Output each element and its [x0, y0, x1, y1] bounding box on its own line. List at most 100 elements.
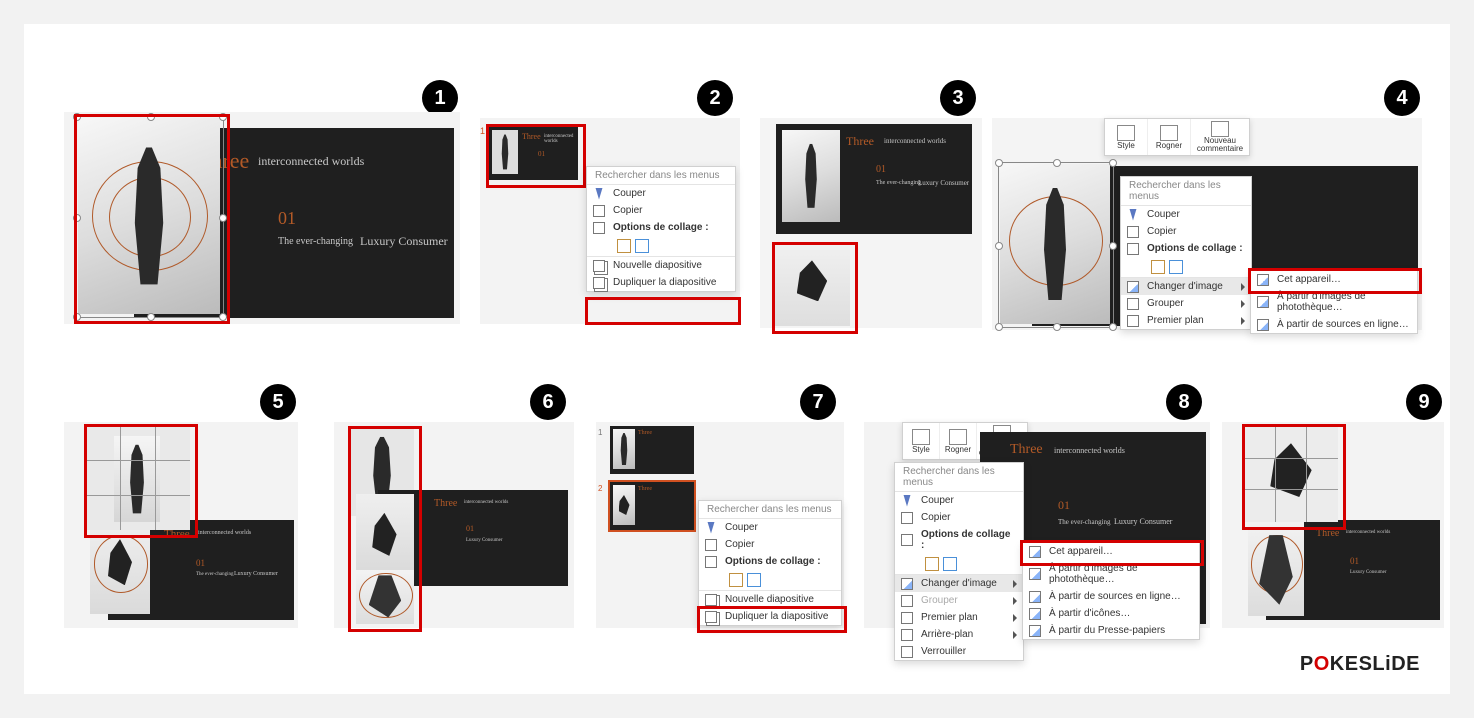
menu-item-paste-options[interactable]: Options de collage :: [895, 526, 1023, 554]
menu-item-change-image[interactable]: Changer d'image: [895, 574, 1023, 592]
paste-option-icons[interactable]: [1121, 257, 1251, 277]
highlight-box: [1248, 268, 1422, 294]
chevron-right-icon: [1241, 317, 1245, 325]
paste-option-icons[interactable]: [895, 554, 1023, 574]
group-icon: [901, 595, 913, 607]
menu-item-copy[interactable]: Copier: [587, 202, 735, 219]
step5-canvas: Three interconnected worlds 01 The ever-…: [64, 422, 298, 628]
cut-icon: [1127, 209, 1139, 221]
menu-item-duplicate-slide[interactable]: Dupliquer la diapositive: [587, 274, 735, 291]
thumb-slide-2[interactable]: Three: [610, 482, 694, 530]
menu-item-paste-options[interactable]: Options de collage :: [699, 553, 841, 570]
stock-icon: [1029, 568, 1041, 580]
step-badge-4: 4: [1384, 80, 1420, 116]
submenu-item-online[interactable]: À partir de sources en ligne…: [1023, 588, 1199, 605]
change-image-icon: [901, 578, 913, 590]
new-slide-icon: [593, 260, 605, 272]
crop-icon: [949, 429, 967, 445]
crop-button[interactable]: Rogner: [1148, 119, 1191, 155]
menu-search[interactable]: Rechercher dans les menus: [587, 167, 735, 185]
step9-canvas: Three interconnected worlds 01 Luxury Co…: [1222, 422, 1444, 628]
paste-option-icons[interactable]: [699, 570, 841, 590]
highlight-box: [772, 242, 858, 334]
change-image-icon: [1127, 281, 1139, 293]
menu-item-front[interactable]: Premier plan: [895, 609, 1023, 626]
crop-button[interactable]: Rogner: [940, 423, 977, 459]
group-icon: [1127, 298, 1139, 310]
menu-item-copy[interactable]: Copier: [1121, 223, 1251, 240]
menu-item-paste-options[interactable]: Options de collage :: [1121, 240, 1251, 257]
highlight-box: [1242, 424, 1346, 530]
new-slide-icon: [705, 594, 717, 606]
clipboard-src-icon: [1029, 625, 1041, 637]
style-button[interactable]: Style: [1105, 119, 1148, 155]
context-menu[interactable]: Rechercher dans les menus Couper Copier …: [586, 166, 736, 292]
copy-icon: [593, 205, 605, 217]
highlight-box: [348, 426, 422, 632]
slide-body-prefix: The ever-changing: [278, 236, 353, 247]
menu-item-group[interactable]: Grouper: [1121, 295, 1251, 312]
stock-icon: [1257, 296, 1269, 308]
step8-canvas: Style Rogner Nouveau commentaire Three i…: [864, 422, 1210, 628]
tutorial-page: 1 2 3 4 5 6 7 8 9 Three interconnected w…: [24, 24, 1450, 694]
menu-item-cut[interactable]: Couper: [1121, 206, 1251, 223]
style-button[interactable]: Style: [903, 423, 940, 459]
chevron-right-icon: [1241, 300, 1245, 308]
context-menu[interactable]: Rechercher dans les menus Couper Copier …: [894, 462, 1024, 661]
thumb-slide: Three interconnected worlds 01 The ever-…: [776, 124, 972, 234]
crop-icon: [1160, 125, 1178, 141]
comment-icon: [1211, 121, 1229, 137]
slide-number-1: 1: [480, 126, 485, 136]
submenu-item-online[interactable]: À partir de sources en ligne…: [1251, 316, 1417, 333]
copy-icon: [1127, 226, 1139, 238]
menu-item-copy[interactable]: Copier: [895, 509, 1023, 526]
chevron-right-icon: [1013, 580, 1017, 588]
step-badge-9: 9: [1406, 384, 1442, 420]
highlight-box: [1020, 540, 1204, 566]
menu-item-group: Grouper: [895, 592, 1023, 609]
bring-front-icon: [1127, 315, 1139, 327]
menu-item-new-slide[interactable]: Nouvelle diapositive: [587, 256, 735, 274]
mini-toolbar: Style Rogner Nouveau commentaire: [1104, 118, 1250, 156]
highlight-box: [74, 114, 230, 324]
cut-icon: [901, 495, 913, 507]
menu-item-lock[interactable]: Verrouiller: [895, 643, 1023, 660]
highlight-box: [486, 124, 586, 188]
step-badge-1: 1: [422, 80, 458, 116]
chevron-right-icon: [1013, 597, 1017, 605]
menu-item-copy[interactable]: Copier: [699, 536, 841, 553]
slide-number-2: 2: [598, 484, 602, 493]
menu-item-cut[interactable]: Couper: [699, 519, 841, 536]
menu-item-change-image[interactable]: Changer d'image: [1121, 277, 1251, 295]
clipboard-icon: [705, 556, 717, 568]
menu-item-back[interactable]: Arrière-plan: [895, 626, 1023, 643]
submenu-item-clipboard[interactable]: À partir du Presse-papiers: [1023, 622, 1199, 639]
menu-search[interactable]: Rechercher dans les menus: [895, 463, 1023, 492]
online-icon: [1257, 319, 1269, 331]
menu-item-cut[interactable]: Couper: [895, 492, 1023, 509]
clipboard-icon: [901, 534, 913, 546]
step2-canvas: Three interconnected worlds 01 1 Recherc…: [480, 118, 740, 324]
thumb-slide-1[interactable]: Three: [610, 426, 694, 474]
menu-item-paste-options[interactable]: Options de collage :: [587, 219, 735, 236]
lock-icon: [901, 646, 913, 658]
chevron-right-icon: [1013, 614, 1017, 622]
step-badge-7: 7: [800, 384, 836, 420]
clipboard-icon: [1127, 243, 1139, 255]
menu-item-cut[interactable]: Couper: [587, 185, 735, 202]
slide-title-sub: interconnected worlds: [258, 154, 364, 169]
step1-canvas: Three interconnected worlds 01 The ever-…: [64, 112, 460, 324]
style-icon: [912, 429, 930, 445]
paste-option-icons[interactable]: [587, 236, 735, 256]
menu-search[interactable]: Rechercher dans les menus: [1121, 177, 1251, 206]
cut-icon: [705, 522, 717, 534]
comment-button[interactable]: Nouveau commentaire: [1191, 119, 1249, 155]
menu-item-front[interactable]: Premier plan: [1121, 312, 1251, 329]
submenu-item-icons[interactable]: À partir d'icônes…: [1023, 605, 1199, 622]
selection-handles[interactable]: [998, 162, 1114, 328]
context-menu[interactable]: Rechercher dans les menus Couper Copier …: [1120, 176, 1252, 330]
step-badge-3: 3: [940, 80, 976, 116]
menu-search[interactable]: Rechercher dans les menus: [699, 501, 841, 519]
step6-canvas: Three interconnected worlds 01 Luxury Co…: [334, 422, 574, 628]
brand-logo: POKESLiDE: [1300, 653, 1420, 676]
